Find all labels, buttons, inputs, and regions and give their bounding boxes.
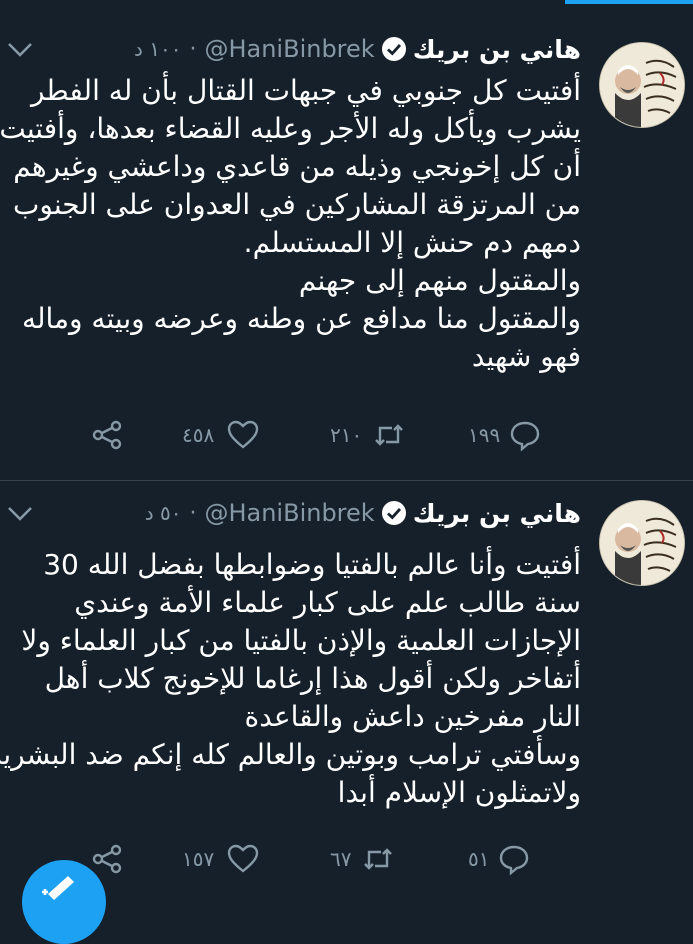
chevron-down-icon[interactable] bbox=[6, 40, 34, 60]
share-button[interactable] bbox=[90, 418, 124, 452]
tweet-text-line: أن كل إخونجي وذيله من قاعدي وداعشي وغيره… bbox=[13, 150, 581, 183]
tweet-item[interactable]: هاني بن بريك @HaniBinbrek · ٥٠ د أفتيت و… bbox=[0, 480, 693, 907]
tweet-text-line: وسأفتي ترامب وبوتين والعالم كله إنكم ضد … bbox=[0, 738, 581, 771]
avatar[interactable] bbox=[599, 500, 685, 586]
tweet-divider bbox=[0, 480, 693, 481]
reply-icon bbox=[500, 845, 529, 876]
verified-badge-icon bbox=[381, 37, 406, 61]
compose-tweet-button[interactable] bbox=[22, 860, 106, 944]
tweet-timestamp[interactable]: ٥٠ د bbox=[145, 501, 182, 525]
tweet-timestamp[interactable]: ١٠٠ د bbox=[134, 37, 182, 61]
tweet-text-line: الإجازات العلمية والإذن بالفتيا من كبار … bbox=[21, 624, 581, 657]
like-button[interactable]: ٤٥٨ bbox=[182, 418, 260, 452]
tweet-text-line: أفتيت وأنا عالم بالفتيا وضوابطها بفضل ال… bbox=[43, 548, 581, 581]
tweet-text-line: دمهم دم حنش إلا المستسلم. bbox=[243, 226, 581, 259]
reply-button[interactable]: ٥١ bbox=[468, 842, 531, 876]
tweet-text-line: أتفاخر ولكن أقول هذا إرغاما للإخونج كلاب… bbox=[44, 662, 581, 695]
retweet-icon bbox=[364, 848, 393, 870]
retweet-count: ٦٧ bbox=[330, 847, 352, 871]
author-name[interactable]: هاني بن بريك bbox=[413, 499, 581, 528]
reply-button[interactable]: ١٩٩ bbox=[468, 418, 542, 452]
top-accent-bar bbox=[565, 0, 693, 4]
like-button[interactable]: ١٥٧ bbox=[182, 842, 260, 876]
avatar-image bbox=[600, 43, 684, 127]
avatar[interactable] bbox=[599, 42, 685, 128]
tweet-text-line: من المرتزقة المشاركين في العدوان على الج… bbox=[13, 188, 581, 221]
avatar-image bbox=[600, 501, 684, 585]
tweet-text-line: ولاتمثلون الإسلام أبدا bbox=[337, 776, 581, 809]
heart-icon bbox=[228, 844, 259, 873]
reply-count: ٥١ bbox=[468, 847, 490, 871]
tweet-item[interactable]: هاني بن بريك @HaniBinbrek · ١٠٠ د أفتيت … bbox=[0, 30, 693, 480]
heart-icon bbox=[228, 420, 259, 449]
tweet-text-line: والمقتول منا مدافع عن وطنه وعرضه وبيته و… bbox=[21, 302, 581, 335]
like-count: ١٥٧ bbox=[182, 847, 215, 871]
author-handle[interactable]: @HaniBinbrek bbox=[204, 499, 374, 527]
retweet-button[interactable]: ٢١٠ bbox=[330, 418, 406, 452]
chevron-down-icon[interactable] bbox=[6, 504, 34, 524]
tweet-text-line: النار مفرخين داعش والقاعدة bbox=[244, 700, 581, 733]
tweet-header: هاني بن بريك @HaniBinbrek · ١٠٠ د bbox=[134, 34, 581, 64]
share-icon bbox=[92, 844, 122, 874]
reply-icon bbox=[511, 421, 540, 452]
tweet-header: هاني بن بريك @HaniBinbrek · ٥٠ د bbox=[145, 498, 581, 528]
tweet-text-line: سنة طالب علم على كبار علماء الأمة وعندي bbox=[74, 586, 581, 619]
share-icon bbox=[92, 420, 122, 450]
header-separator: · bbox=[189, 36, 197, 62]
top-bar bbox=[0, 0, 693, 14]
retweet-count: ٢١٠ bbox=[330, 423, 363, 447]
retweet-button[interactable]: ٦٧ bbox=[330, 842, 395, 876]
tweet-text-line: أفتيت كل جنوبي في جبهات القتال بأن له ال… bbox=[30, 74, 581, 107]
tweet-text-line: يشرب ويأكل وله الأجر وعليه القضاء بعدها،… bbox=[0, 112, 581, 145]
header-separator: · bbox=[189, 500, 197, 526]
like-count: ٤٥٨ bbox=[182, 423, 215, 447]
tweet-text-line: والمقتول منهم إلى جهنم bbox=[298, 264, 581, 297]
tweet-text: أفتيت وأنا عالم بالفتيا وضوابطها بفضل ال… bbox=[0, 546, 581, 812]
compose-tweet-icon bbox=[42, 876, 74, 900]
share-button[interactable] bbox=[90, 842, 124, 876]
retweet-icon bbox=[375, 424, 404, 446]
author-handle[interactable]: @HaniBinbrek bbox=[204, 35, 374, 63]
author-name[interactable]: هاني بن بريك bbox=[413, 35, 581, 64]
tweet-text-line: فهو شهيد bbox=[471, 340, 581, 373]
tweet-actions: ١٩٩ ٢١٠ ٤٥٨ bbox=[0, 418, 600, 452]
reply-count: ١٩٩ bbox=[468, 423, 501, 447]
verified-badge-icon bbox=[381, 501, 406, 525]
tweet-text: أفتيت كل جنوبي في جبهات القتال بأن له ال… bbox=[0, 72, 581, 376]
